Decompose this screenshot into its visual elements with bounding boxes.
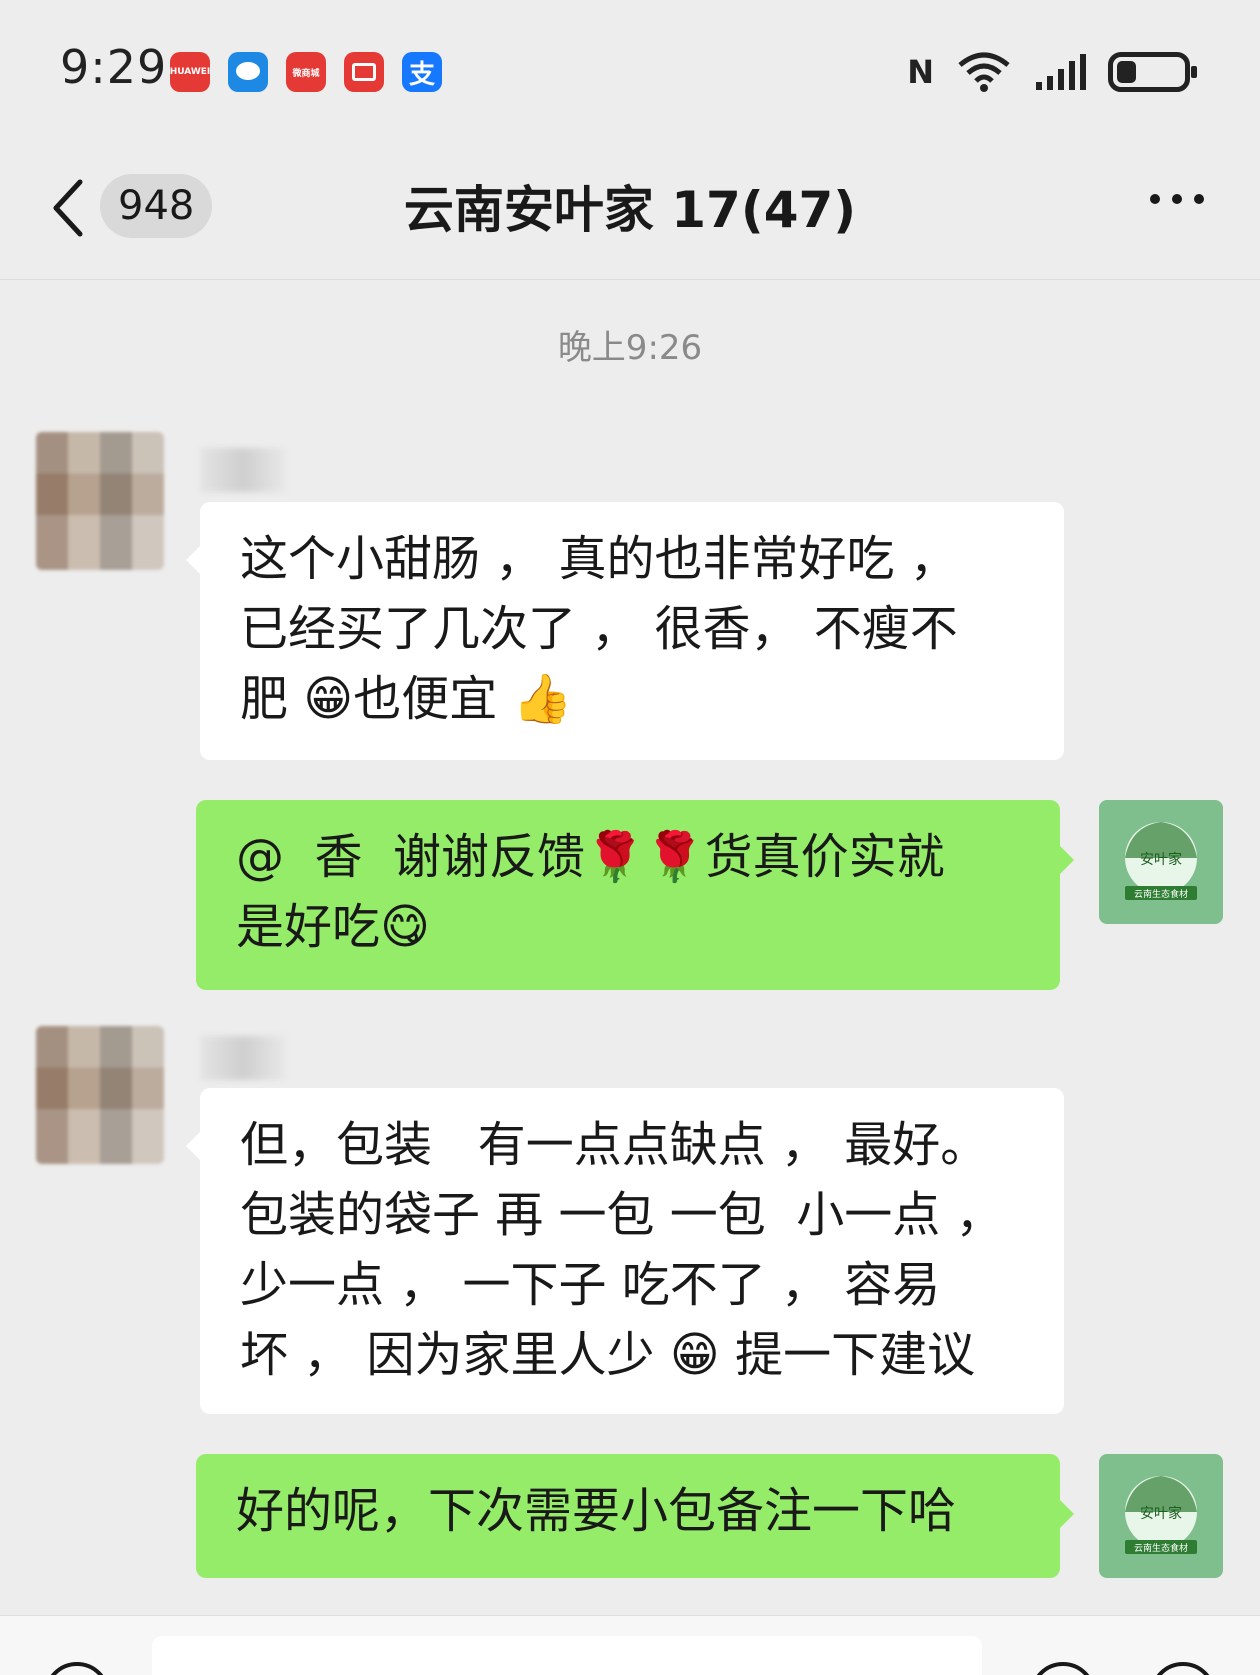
chat-header: 948 云南安叶家 17(47) <box>0 140 1260 280</box>
system-icons: N <box>907 48 1197 96</box>
wifi-icon <box>958 52 1010 92</box>
sender-avatar[interactable] <box>36 1026 164 1164</box>
shop-logo-brand: 安叶家 <box>1140 851 1182 868</box>
shop-logo-caption: 云南生态食材 <box>1134 888 1188 900</box>
message-text: 但，包装 有一点点缺点 ， 最好。 包装的袋子 再 一包 一包 小一点 ， 少一… <box>240 1117 1004 1383</box>
shop-logo-icon: 安叶家 云南生态食材 <box>1125 822 1197 900</box>
message-text: 这个小甜肠 ， 真的也非常好吃 ， 已经买了几次了 ， 很香， 不瘦不 肥 😁也… <box>240 531 958 727</box>
message-bubble-incoming[interactable]: 这个小甜肠 ， 真的也非常好吃 ， 已经买了几次了 ， 很香， 不瘦不 肥 😁也… <box>186 502 1064 760</box>
chat-input-bar <box>0 1615 1260 1675</box>
status-clock: 9:29 <box>60 40 168 94</box>
voice-toggle-button[interactable] <box>44 1662 110 1675</box>
message-bubble-incoming[interactable]: 但，包装 有一点点缺点 ， 最好。 包装的袋子 再 一包 一包 小一点 ， 少一… <box>186 1088 1064 1414</box>
chat-title: 云南安叶家 17(47) <box>403 181 857 239</box>
red-app-icon <box>344 52 384 92</box>
status-bar: 9:29 HUAWEI 微商城 支 N <box>0 0 1260 140</box>
shop-logo-caption: 云南生态食材 <box>1134 1542 1188 1554</box>
sender-name <box>200 1036 286 1080</box>
more-options-icon[interactable] <box>1150 194 1204 204</box>
shop-avatar[interactable]: 安叶家 云南生态食材 <box>1099 1454 1223 1578</box>
battery-icon <box>1108 52 1197 92</box>
shop-logo-icon: 安叶家 云南生态食材 <box>1125 1476 1197 1554</box>
shop-avatar[interactable]: 安叶家 云南生态食材 <box>1099 800 1223 924</box>
signal-icon <box>1036 54 1086 90</box>
message-bubble-outgoing[interactable]: 好的呢，下次需要小包备注一下哈 <box>196 1454 1074 1578</box>
emoji-button[interactable] <box>1030 1662 1096 1675</box>
message-text: 好的呢，下次需要小包备注一下哈 <box>236 1483 957 1539</box>
battery-level <box>1117 61 1136 83</box>
plus-button[interactable] <box>1150 1662 1216 1675</box>
message-app-icon <box>228 52 268 92</box>
time-divider: 晚上9:26 <box>557 328 703 368</box>
shop-logo-brand: 安叶家 <box>1140 1505 1182 1522</box>
alipay-app-icon: 支 <box>402 52 442 92</box>
mall-app-icon: 微商城 <box>286 52 326 92</box>
huawei-app-icon: HUAWEI <box>170 52 210 92</box>
message-bubble-outgoing[interactable]: @ 香 谢谢反馈🌹🌹货真价实就 是好吃😋 <box>196 800 1074 990</box>
message-text: @ 香 谢谢反馈🌹🌹货真价实就 是好吃😋 <box>236 829 945 955</box>
sender-avatar[interactable] <box>36 432 164 570</box>
message-input[interactable] <box>152 1636 982 1675</box>
sender-name <box>200 448 286 492</box>
nfc-icon: N <box>907 53 934 91</box>
